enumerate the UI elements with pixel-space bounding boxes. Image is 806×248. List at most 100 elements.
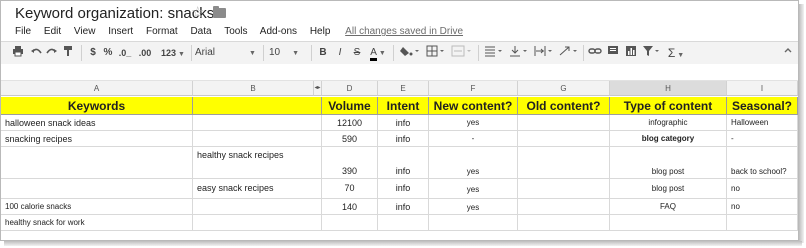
cell-b-row3[interactable]: healthy snack recipes (193, 147, 322, 179)
decrease-decimals-button[interactable]: .0_ (117, 45, 133, 61)
more-formats-dropdown[interactable]: 123 ▼ (159, 45, 187, 61)
cell-g-row1[interactable] (518, 115, 610, 131)
paint-format-icon[interactable] (61, 45, 75, 61)
cell-a-row3[interactable] (1, 147, 193, 179)
functions-button[interactable]: Σ ▼ (665, 45, 687, 61)
header-intent[interactable]: Intent (378, 97, 429, 115)
cell-f-row6[interactable] (429, 215, 518, 231)
print-icon[interactable] (11, 45, 25, 61)
column-header-g[interactable]: G (518, 81, 610, 96)
cell-a-row5[interactable]: 100 calorie snacks (1, 199, 193, 215)
document-title[interactable]: Keyword organization: snacks (15, 5, 214, 22)
percent-format-button[interactable]: % (102, 45, 114, 61)
text-color-button[interactable]: A ▼ (368, 45, 388, 61)
cell-b-row4[interactable]: easy snack recipes (193, 179, 322, 199)
collapse-toolbar-icon[interactable] (783, 45, 793, 61)
column-header-i[interactable]: I (727, 81, 798, 96)
filter-icon[interactable] (641, 45, 661, 61)
cell-b-row6[interactable] (193, 215, 322, 231)
cell-d-row1[interactable]: 12100 (322, 115, 378, 131)
cell-f-row1[interactable]: yes (429, 115, 518, 131)
folder-icon[interactable] (213, 6, 226, 18)
strikethrough-button[interactable]: S (351, 45, 363, 61)
bold-button[interactable]: B (317, 45, 329, 61)
header-type-of-content[interactable]: Type of content (610, 97, 727, 115)
cell-d-row2[interactable]: 590 (322, 131, 378, 147)
menu-file[interactable]: File (15, 26, 31, 37)
menu-format[interactable]: Format (146, 26, 178, 37)
cell-e-row1[interactable]: info (378, 115, 429, 131)
cell-h-row6[interactable] (610, 215, 727, 231)
cell-e-row2[interactable]: info (378, 131, 429, 147)
header-keywords-sub[interactable] (193, 97, 322, 115)
cell-i-row5[interactable]: no (727, 199, 798, 215)
cell-h-row5[interactable]: FAQ (610, 199, 727, 215)
menu-addons[interactable]: Add-ons (260, 26, 297, 37)
cell-f-row3[interactable]: yes (429, 147, 518, 179)
cell-g-row4[interactable] (518, 179, 610, 199)
cell-h-row2[interactable]: blog category (610, 131, 727, 147)
insert-chart-icon[interactable] (624, 45, 638, 61)
cell-i-row2[interactable]: - (727, 131, 798, 147)
font-family-dropdown[interactable]: Arial ▼ (195, 45, 259, 61)
cell-a-row6[interactable]: healthy snack for work (1, 215, 193, 231)
star-icon[interactable]: ☆ (191, 4, 204, 22)
cell-a-row1[interactable]: halloween snack ideas (1, 115, 193, 131)
column-header-e[interactable]: E (378, 81, 429, 96)
italic-button[interactable]: I (334, 45, 346, 61)
header-volume[interactable]: Volume (322, 97, 378, 115)
merge-cells-icon[interactable] (450, 45, 474, 61)
insert-comment-icon[interactable] (606, 45, 620, 61)
cell-f-row4[interactable]: yes (429, 179, 518, 199)
font-size-dropdown[interactable]: 10 ▼ (269, 45, 309, 61)
column-header-b[interactable]: B (193, 81, 314, 96)
cell-e-row4[interactable]: info (378, 179, 429, 199)
menu-insert[interactable]: Insert (108, 26, 133, 37)
cell-h-row1[interactable]: infographic (610, 115, 727, 131)
cell-g-row3[interactable] (518, 147, 610, 179)
cell-d-row5[interactable]: 140 (322, 199, 378, 215)
cell-e-row6[interactable] (378, 215, 429, 231)
cell-a-row4[interactable] (1, 179, 193, 199)
text-wrapping-icon[interactable] (533, 45, 555, 61)
undo-icon[interactable] (29, 45, 43, 61)
cell-d-row3[interactable]: 390 (322, 147, 378, 179)
header-new-content[interactable]: New content? (429, 97, 518, 115)
cell-i-row4[interactable]: no (727, 179, 798, 199)
hidden-column-c-arrows[interactable]: ◂▸ (314, 81, 322, 96)
cell-i-row6[interactable] (727, 215, 798, 231)
redo-icon[interactable] (45, 45, 59, 61)
cell-d-row4[interactable]: 70 (322, 179, 378, 199)
vertical-align-icon[interactable] (508, 45, 530, 61)
cell-f-row2[interactable]: - (429, 131, 518, 147)
horizontal-align-icon[interactable] (483, 45, 505, 61)
cell-b-row2[interactable] (193, 131, 322, 147)
menu-data[interactable]: Data (190, 26, 211, 37)
cell-b-row1[interactable] (193, 115, 322, 131)
cell-i-row3[interactable]: back to school? (727, 147, 798, 179)
save-status[interactable]: All changes saved in Drive (345, 26, 463, 37)
column-header-f[interactable]: F (429, 81, 518, 96)
fill-color-icon[interactable] (399, 45, 421, 61)
menu-view[interactable]: View (74, 26, 96, 37)
column-header-h[interactable]: H (610, 81, 727, 96)
cell-a-row2[interactable]: snacking recipes (1, 131, 193, 147)
header-old-content[interactable]: Old content? (518, 97, 610, 115)
header-seasonal[interactable]: Seasonal? (727, 97, 798, 115)
cell-f-row5[interactable]: yes (429, 199, 518, 215)
header-keywords[interactable]: Keywords (1, 97, 193, 115)
cell-g-row6[interactable] (518, 215, 610, 231)
cell-g-row2[interactable] (518, 131, 610, 147)
cell-e-row3[interactable]: info (378, 147, 429, 179)
cell-h-row4[interactable]: blog post (610, 179, 727, 199)
menu-help[interactable]: Help (310, 26, 331, 37)
menu-tools[interactable]: Tools (224, 26, 247, 37)
text-rotation-icon[interactable] (558, 45, 580, 61)
insert-link-icon[interactable] (588, 45, 602, 61)
cell-h-row3[interactable]: blog post (610, 147, 727, 179)
menu-edit[interactable]: Edit (44, 26, 61, 37)
cell-d-row6[interactable] (322, 215, 378, 231)
increase-decimals-button[interactable]: .00 (135, 45, 155, 61)
borders-icon[interactable] (425, 45, 447, 61)
cell-g-row5[interactable] (518, 199, 610, 215)
